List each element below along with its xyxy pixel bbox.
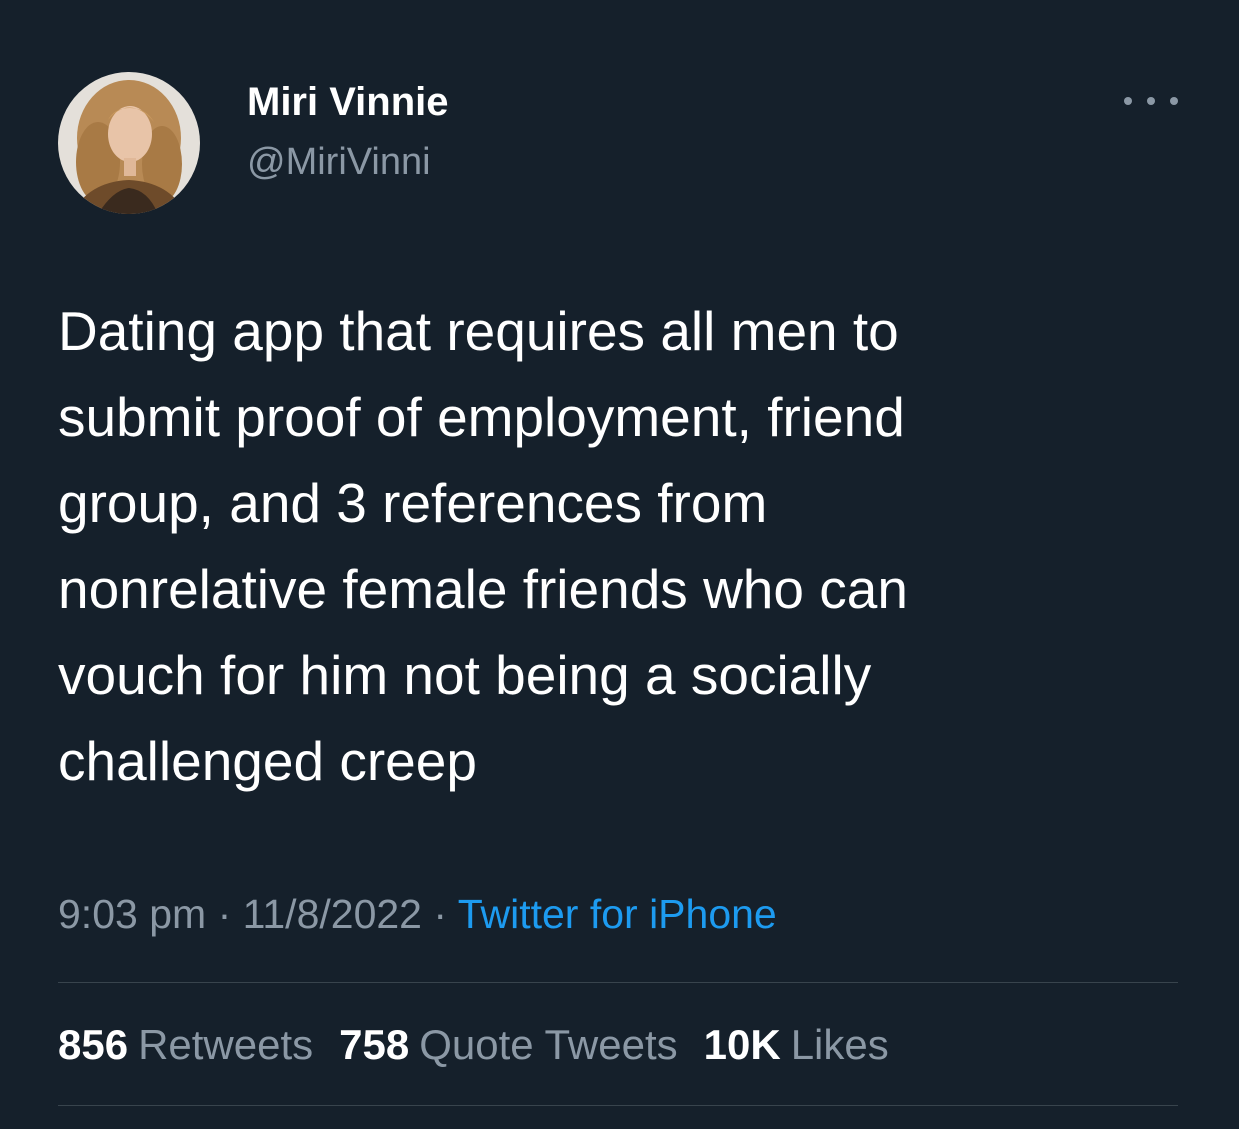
divider	[58, 1105, 1178, 1106]
meta-separator: ·	[433, 891, 448, 937]
tweet-stats: 856 Retweets 758 Quote Tweets 10K Likes	[58, 1019, 915, 1071]
quote-tweets-label: Quote Tweets	[419, 1021, 678, 1068]
tweet-time[interactable]: 9:03 pm	[58, 891, 206, 937]
avatar-image	[58, 72, 200, 214]
likes-stat[interactable]: 10K Likes	[704, 1019, 889, 1071]
more-options-icon[interactable]	[1124, 88, 1178, 114]
tweet-source-link[interactable]: Twitter for iPhone	[458, 891, 777, 937]
avatar[interactable]	[58, 72, 200, 214]
likes-count: 10K	[703, 1021, 781, 1068]
divider	[58, 982, 1178, 983]
dot	[1170, 97, 1178, 105]
tweet-metadata: 9:03 pm · 11/8/2022 · Twitter for iPhone	[58, 888, 777, 940]
retweets-count: 856	[58, 1021, 129, 1068]
quote-tweets-stat[interactable]: 758 Quote Tweets	[339, 1019, 677, 1071]
dot	[1124, 97, 1132, 105]
display-name[interactable]: Miri Vinnie	[247, 78, 449, 126]
retweets-label: Retweets	[138, 1021, 314, 1068]
tweet-date[interactable]: 11/8/2022	[243, 891, 422, 937]
likes-label: Likes	[790, 1021, 889, 1068]
meta-separator: ·	[217, 891, 232, 937]
quote-tweets-count: 758	[339, 1021, 410, 1068]
retweets-stat[interactable]: 856 Retweets	[58, 1019, 313, 1071]
tweet-text: Dating app that requires all men to subm…	[58, 300, 908, 792]
dot	[1147, 97, 1155, 105]
user-handle[interactable]: @MiriVinni	[247, 138, 431, 186]
